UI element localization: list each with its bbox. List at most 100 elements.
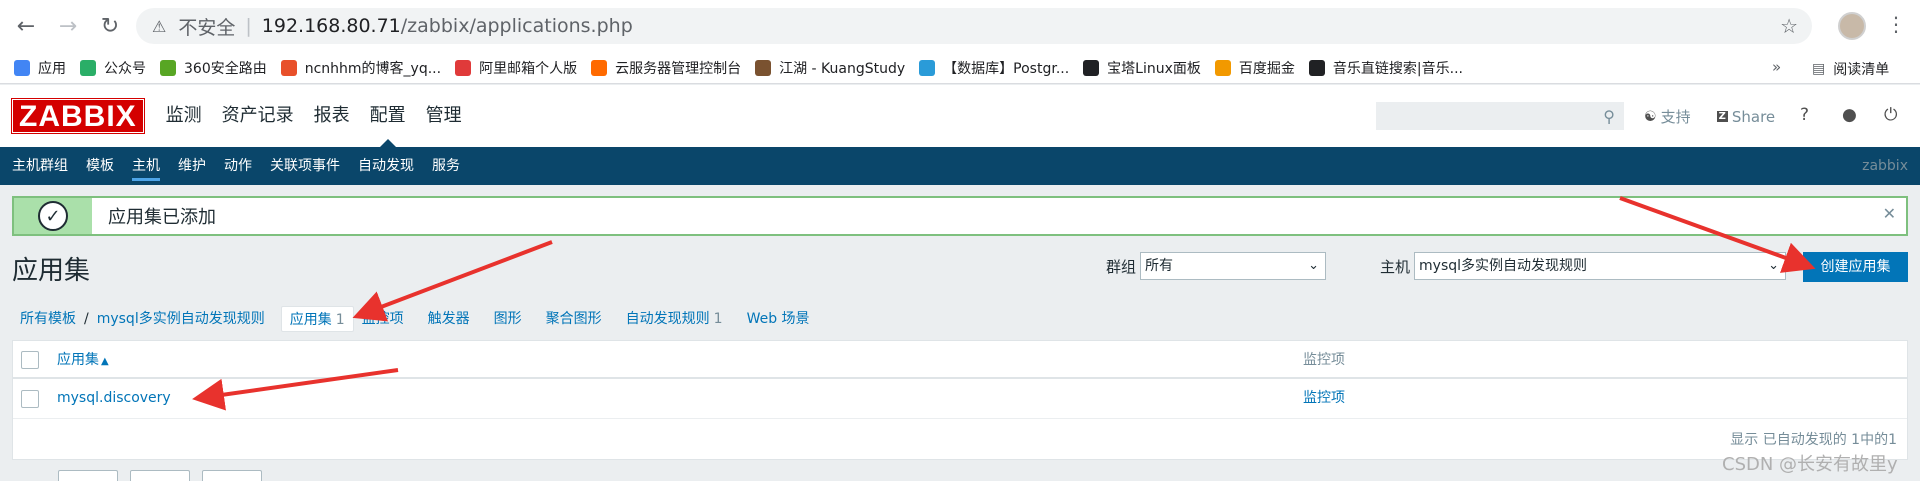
row-checkbox[interactable] [21, 390, 39, 408]
column-header-application[interactable]: 应用集 ▲ [57, 341, 109, 381]
tab-items[interactable]: 监控项 [354, 306, 412, 332]
bookmark-favicon-icon [591, 59, 608, 76]
submenu-actions[interactable]: 动作 [224, 147, 252, 185]
tab-screens[interactable]: 聚合图形 [538, 306, 610, 332]
mass-action-button[interactable] [58, 470, 118, 481]
header-links: ☯ 支持 Z Share [1644, 106, 1801, 127]
menu-administration[interactable]: 管理 [416, 85, 472, 147]
menu-reports[interactable]: 报表 [304, 85, 360, 147]
sign-out-icon[interactable]: ⏻ [1884, 105, 1897, 125]
table-footer-count: 显示 已自动发现的 1中的1 [1730, 432, 1897, 448]
tab-graphs[interactable]: 图形 [486, 306, 530, 332]
bookmark-favicon-icon [755, 59, 772, 76]
success-message: ✓ 应用集已添加 ✕ [12, 196, 1908, 236]
bookmark-favicon-icon [160, 59, 176, 76]
tab-applications-label: 应用集 [289, 312, 332, 328]
bookmark-item[interactable]: 【数据库】Postgr... [919, 58, 1069, 78]
bookmark-favicon-icon [1308, 59, 1325, 76]
group-filter: 群组 所有 ⌄ [1106, 252, 1327, 280]
host-select[interactable]: mysql多实例自动发现规则 ⌄ [1414, 252, 1787, 280]
breadcrumb: 所有模板 / mysql多实例自动发现规则 应用集 1 监控项 触发器 图形 聚合… [12, 306, 818, 332]
chevron-down-icon: ⌄ [1308, 258, 1320, 273]
bookmark-item[interactable]: 宝塔Linux面板 [1083, 58, 1201, 78]
support-label: 支持 [1660, 108, 1691, 126]
support-link[interactable]: ☯ 支持 [1644, 106, 1691, 127]
tab-applications[interactable]: 应用集 1 [280, 306, 354, 332]
browser-menu-icon[interactable]: ⋮ [1886, 12, 1906, 36]
url-path: /zabbix/applications.php [400, 15, 633, 37]
items-link[interactable]: 监控项 [1303, 379, 1345, 417]
menu-monitoring[interactable]: 监测 [156, 85, 212, 147]
bookmark-label: 宝塔Linux面板 [1107, 60, 1201, 77]
host-select-value: mysql多实例自动发现规则 [1419, 258, 1588, 274]
server-name: zabbix [1862, 158, 1908, 174]
watermark: CSDN @长安有故里y [1722, 454, 1898, 475]
bookmark-label: 公众号 [104, 60, 146, 77]
close-icon[interactable]: ✕ [1883, 204, 1896, 223]
address-separator: | [245, 15, 252, 37]
tab-applications-count: 1 [335, 312, 345, 328]
tab-triggers[interactable]: 触发器 [420, 306, 478, 332]
global-search-input[interactable]: ⚲ [1376, 102, 1624, 130]
submenu-host-groups[interactable]: 主机群组 [12, 147, 68, 185]
bookmark-label: 阿里邮箱个人版 [479, 60, 578, 77]
application-name-link[interactable]: mysql.discovery [57, 379, 171, 417]
user-profile-icon[interactable]: ● [1842, 105, 1857, 125]
group-filter-label: 群组 [1106, 257, 1137, 276]
submenu-maintenance[interactable]: 维护 [178, 147, 206, 185]
zabbix-logo[interactable]: ZABBIX [11, 98, 145, 134]
bookmarks-more-icon[interactable]: » [1772, 58, 1781, 76]
bookmark-item[interactable]: 音乐直链搜索|音乐... [1308, 58, 1463, 78]
tab-discovery-rules[interactable]: 自动发现规则 1 [618, 306, 731, 332]
reload-icon[interactable]: ↻ [90, 6, 130, 46]
create-application-button[interactable]: 创建应用集 [1803, 252, 1908, 282]
bookmark-label: 应用 [38, 60, 66, 77]
crumb-template[interactable]: mysql多实例自动发现规则 [89, 306, 273, 332]
share-label: Share [1731, 107, 1776, 126]
bookmark-label: 【数据库】Postgr... [943, 60, 1070, 77]
tab-web-scenarios[interactable]: Web 场景 [739, 306, 818, 332]
bookmark-item[interactable]: 阿里邮箱个人版 [455, 58, 577, 78]
submenu-templates[interactable]: 模板 [86, 147, 114, 185]
forward-icon[interactable]: → [48, 6, 88, 46]
select-all-checkbox[interactable] [21, 351, 39, 369]
bookmark-favicon-icon [455, 59, 472, 76]
bookmark-label: 音乐直链搜索|音乐... [1332, 60, 1463, 77]
bookmark-item[interactable]: 360安全路由 [160, 58, 267, 78]
mass-action-button[interactable] [202, 470, 262, 481]
mass-action-button[interactable] [130, 470, 190, 481]
bookmark-label: 云服务器管理控制台 [615, 60, 742, 77]
submenu-services[interactable]: 服务 [432, 147, 460, 185]
bookmark-label: ncnhhm的博客_yq... [304, 60, 442, 77]
bookmark-item[interactable]: 江湖 - KuangStudy [755, 58, 905, 78]
share-icon: Z [1716, 111, 1728, 122]
back-icon[interactable]: ← [6, 6, 46, 46]
menu-configuration[interactable]: 配置 [360, 85, 416, 147]
submenu-event-correlation[interactable]: 关联项事件 [270, 147, 340, 185]
bookmark-item[interactable]: 应用 [14, 58, 66, 78]
share-link[interactable]: Z Share [1716, 107, 1776, 126]
page-title: 应用集 [12, 256, 91, 286]
bookmark-item[interactable]: 公众号 [80, 58, 146, 78]
reading-list[interactable]: ▤ 阅读清单 [1812, 59, 1889, 79]
profile-avatar[interactable] [1838, 12, 1866, 40]
address-bar[interactable]: ⚠ 不安全 | 192.168.80.71 /zabbix/applicatio… [136, 8, 1812, 44]
menu-inventory[interactable]: 资产记录 [212, 85, 304, 147]
submenu-discovery[interactable]: 自动发现 [358, 147, 414, 185]
sort-ascending-icon: ▲ [101, 356, 109, 367]
bookmark-item[interactable]: 云服务器管理控制台 [591, 58, 741, 78]
zabbix-header: ZABBIX 监测 资产记录 报表 配置 管理 ⚲ ☯ 支持 Z Share ?… [0, 85, 1920, 147]
bookmark-label: 江湖 - KuangStudy [779, 60, 906, 77]
crumb-all-templates[interactable]: 所有模板 [12, 306, 84, 332]
help-icon[interactable]: ? [1800, 105, 1809, 125]
tab-discovery-count: 1 [713, 311, 723, 327]
bookmark-star-icon[interactable]: ☆ [1780, 14, 1798, 38]
submenu-hosts[interactable]: 主机 [132, 147, 160, 185]
bookmark-item[interactable]: ncnhhm的博客_yq... [280, 58, 442, 78]
search-icon[interactable]: ⚲ [1603, 107, 1615, 126]
success-icon-box: ✓ [14, 198, 92, 234]
group-select[interactable]: 所有 ⌄ [1140, 252, 1327, 280]
bookmark-item[interactable]: 百度掘金 [1214, 58, 1295, 78]
host-filter-label: 主机 [1380, 257, 1411, 276]
mass-action-bar [12, 470, 274, 481]
